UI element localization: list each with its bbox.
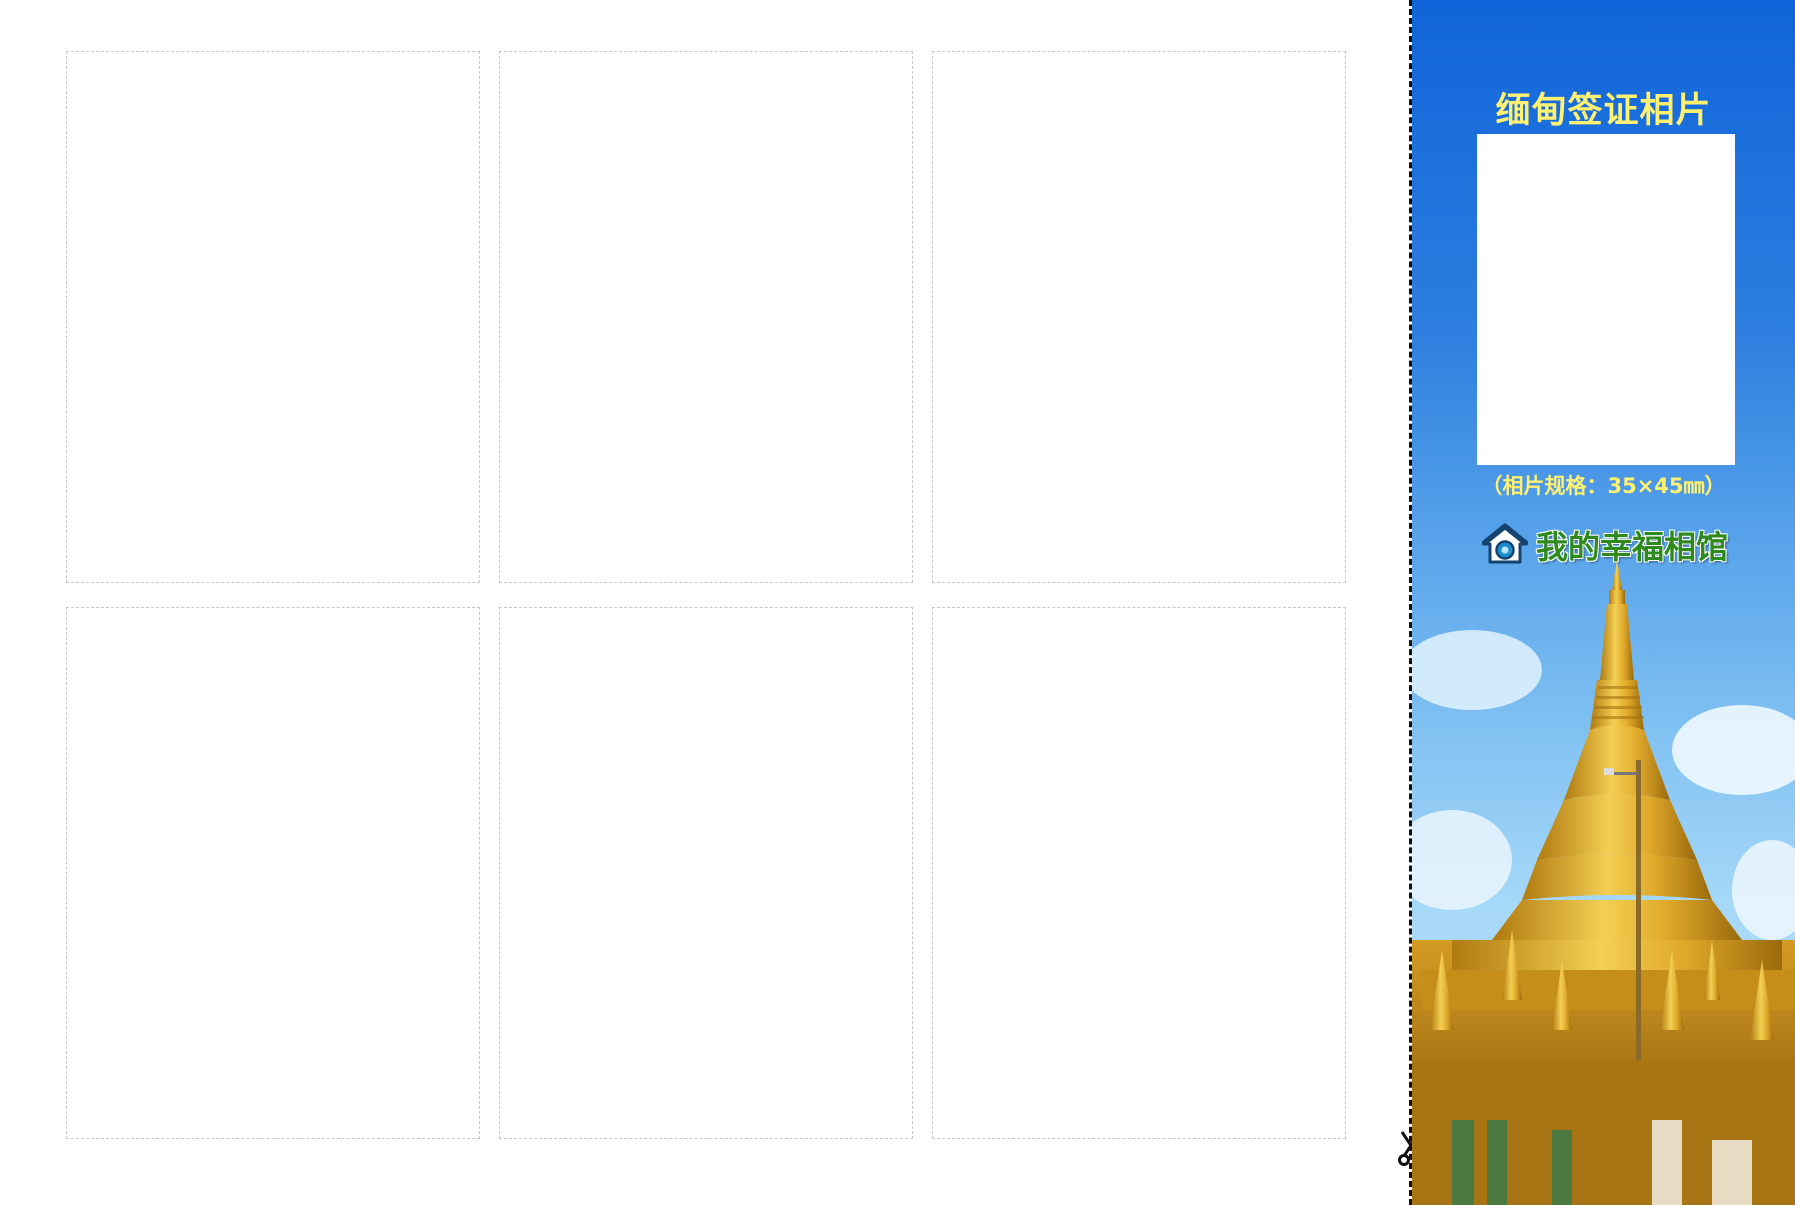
pagoda-image xyxy=(1412,560,1795,1205)
photo-slot-6[interactable] xyxy=(932,607,1346,1139)
sample-photo-box[interactable] xyxy=(1477,134,1735,465)
photo-spec-text: （相片规格：35×45㎜） xyxy=(1481,474,1726,498)
photo-slot-5[interactable] xyxy=(499,607,913,1139)
photo-sheet xyxy=(0,0,1409,1205)
visa-info-panel: 缅甸签证相片 （相片规格：35×45㎜） 我的幸福相馆 xyxy=(1412,0,1795,1205)
photo-slot-2[interactable] xyxy=(499,51,913,583)
photo-slot-1[interactable] xyxy=(66,51,480,583)
photo-slot-3[interactable] xyxy=(932,51,1346,583)
photo-slot-4[interactable] xyxy=(66,607,480,1139)
panel-title: 缅甸签证相片 xyxy=(1495,91,1712,131)
